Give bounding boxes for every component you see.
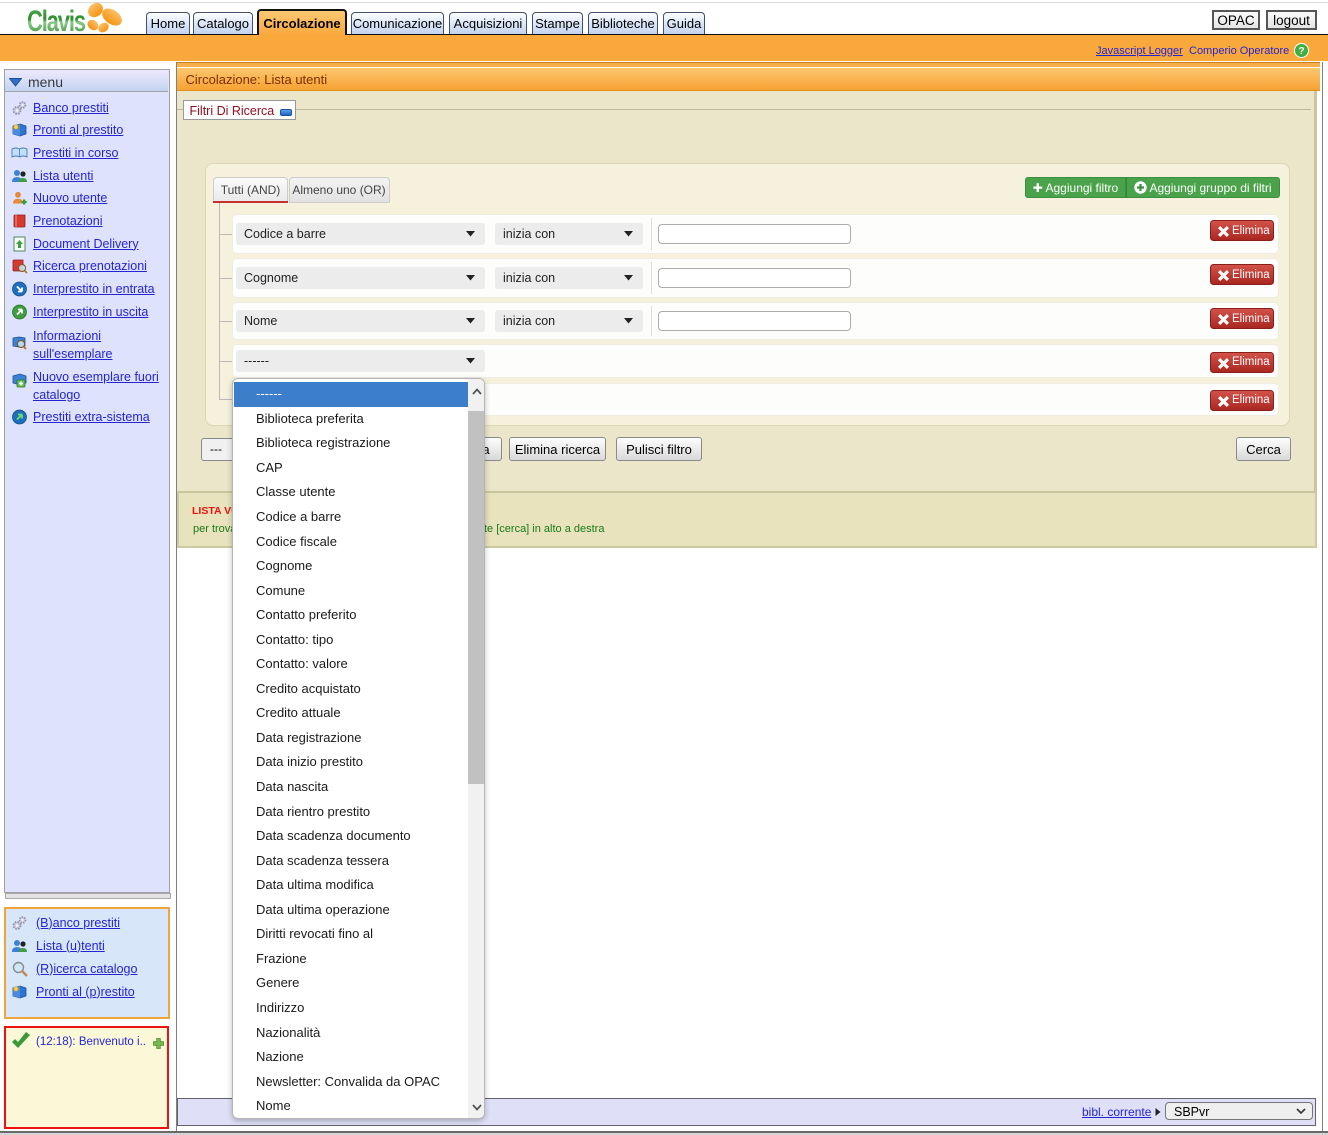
svg-text:?: ?: [1298, 46, 1304, 57]
